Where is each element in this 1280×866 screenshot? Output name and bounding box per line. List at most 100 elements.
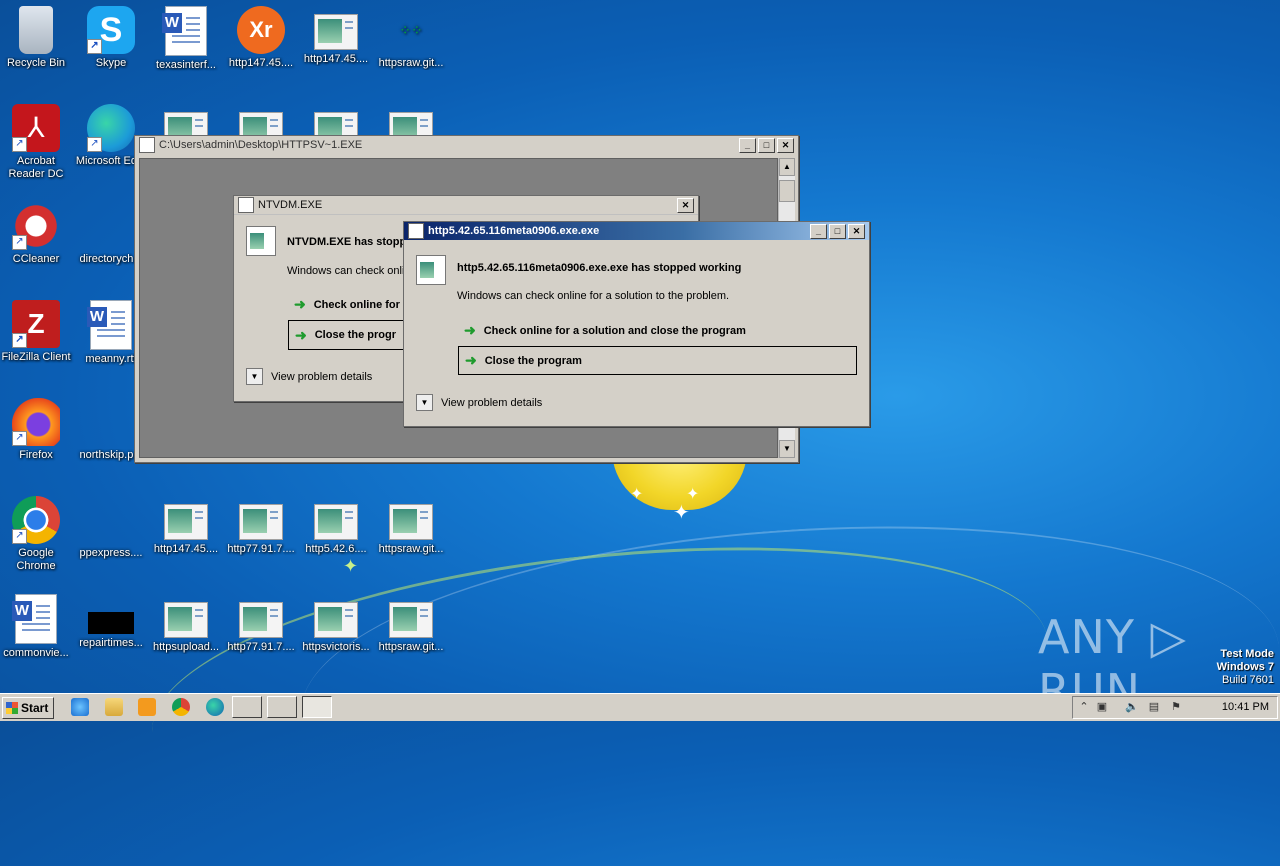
wallpaper-sparkle: ✦ bbox=[343, 556, 359, 576]
word-document-icon: W bbox=[162, 6, 207, 56]
check-online-option[interactable]: ➜ Check online for a solution and close … bbox=[464, 322, 746, 339]
ntvdm-dialog-subtext: Windows can check onlin bbox=[287, 265, 411, 277]
chrome-icon[interactable] bbox=[172, 698, 190, 716]
folder-icon[interactable] bbox=[105, 698, 123, 716]
taskbar-window-exe[interactable] bbox=[232, 696, 262, 718]
option-label: Check online for a solution and close th… bbox=[483, 324, 746, 337]
desktop-icon-filezilla[interactable]: Z ↗ FileZilla Client bbox=[0, 300, 74, 364]
desktop-icon-label: Google Chrome bbox=[16, 547, 56, 572]
close-button[interactable]: ✕ bbox=[848, 223, 865, 239]
shortcut-arrow-icon: ↗ bbox=[12, 235, 27, 250]
desktop-icon-label: Firefox bbox=[19, 449, 53, 461]
desktop-icon-httpsupload[interactable]: httpsupload... bbox=[148, 594, 224, 654]
desktop-icon-commonvie[interactable]: W commonvie... bbox=[0, 594, 74, 660]
scroll-down-icon[interactable]: ▼ bbox=[779, 440, 795, 458]
ccleaner-icon: ↗ bbox=[12, 202, 60, 250]
desktop-icon-label: FileZilla Client bbox=[1, 351, 71, 363]
network-icon[interactable]: ▤ bbox=[1147, 700, 1161, 714]
close-button[interactable]: ✕ bbox=[677, 197, 694, 213]
scroll-thumb[interactable] bbox=[779, 180, 795, 202]
desktop-icon-http147-a[interactable]: http147.45.... bbox=[298, 6, 374, 66]
desktop-icon-label: texasinterf... bbox=[156, 59, 216, 71]
desktop-icon-skype[interactable]: S ↗ Skype bbox=[73, 6, 149, 70]
http-dialog-heading: http5.42.65.116meta0906.exe.exe has stop… bbox=[457, 262, 742, 274]
desktop-icon-httpsvictoris[interactable]: httpsvictoris... bbox=[298, 594, 374, 654]
desktop-icon-httpsraw-a[interactable]: ⁘⁘ httpsraw.git... bbox=[373, 6, 449, 70]
desktop-icon-ppexpress[interactable]: ppexpress.... bbox=[73, 496, 149, 560]
maximize-button[interactable]: □ bbox=[829, 223, 846, 239]
skype-icon: S ↗ bbox=[87, 6, 135, 54]
http-dialog-titlebar[interactable]: http5.42.65.116meta0906.exe.exe _ □ ✕ bbox=[404, 222, 869, 240]
word-document-icon: W bbox=[12, 594, 57, 644]
desktop-icon-label: http5.42.6.... bbox=[305, 543, 367, 555]
minimize-button[interactable]: _ bbox=[739, 137, 756, 153]
wallpaper-sparkle: ✦ bbox=[630, 486, 644, 503]
flag-icon[interactable]: ⚑ bbox=[1169, 700, 1183, 714]
cmd-window-titlebar[interactable]: C:\Users\admin\Desktop\HTTPSV~1.EXE _ □ … bbox=[135, 136, 798, 154]
desktop-icon-http77-b[interactable]: http77.91.7.... bbox=[223, 594, 299, 654]
desktop-icon-repairtimes[interactable]: repairtimes... bbox=[73, 594, 149, 650]
http-error-dialog[interactable]: http5.42.65.116meta0906.exe.exe _ □ ✕ ht… bbox=[403, 221, 870, 427]
edge-icon[interactable] bbox=[206, 698, 224, 716]
wallpaper-sparkle: ✦ bbox=[673, 502, 690, 524]
close-button[interactable]: ✕ bbox=[777, 137, 794, 153]
program-icon bbox=[246, 226, 276, 256]
black-image-icon bbox=[88, 612, 134, 634]
dotted-image-icon: ⁘⁘ bbox=[399, 22, 423, 38]
desktop-icon-label: httpsupload... bbox=[152, 641, 220, 653]
cmd-window-title: C:\Users\admin\Desktop\HTTPSV~1.EXE bbox=[159, 139, 363, 151]
http-dialog-subtext: Windows can check online for a solution … bbox=[457, 290, 730, 302]
view-problem-details[interactable]: ▼ View problem details bbox=[416, 394, 542, 411]
program-icon bbox=[416, 255, 446, 285]
desktop-icon-label: commonvie... bbox=[3, 647, 69, 659]
start-button[interactable]: Start bbox=[2, 697, 54, 719]
console-icon bbox=[139, 137, 155, 153]
maximize-button[interactable]: □ bbox=[758, 137, 775, 153]
desktop-icon-recycle-bin[interactable]: Recycle Bin bbox=[0, 6, 74, 70]
desktop-icon-httpsraw-b[interactable]: httpsraw.git... bbox=[373, 496, 449, 556]
taskbar-window-error-dialog[interactable] bbox=[302, 696, 332, 718]
chrome-icon: ↗ bbox=[12, 496, 60, 544]
media-player-icon[interactable] bbox=[138, 698, 156, 716]
internet-explorer-icon[interactable] bbox=[71, 698, 89, 716]
desktop-icon-firefox[interactable]: ↗ Firefox bbox=[0, 398, 74, 462]
build-line: Build 7601 bbox=[1222, 674, 1274, 686]
volume-icon[interactable]: 🔈 bbox=[1125, 700, 1139, 714]
chevron-down-icon[interactable]: ▼ bbox=[246, 368, 263, 385]
option-label: Close the progr bbox=[314, 329, 397, 341]
action-center-icon[interactable]: ▣ bbox=[1095, 700, 1109, 714]
shortcut-arrow-icon: ↗ bbox=[12, 529, 27, 544]
desktop-icon-label: http77.91.7.... bbox=[227, 641, 295, 653]
desktop-icon-http5[interactable]: http5.42.6.... bbox=[298, 496, 374, 556]
desktop-icon-label: Skype bbox=[95, 57, 127, 69]
taskbar: Start ⌃ ▣ 🔈 ▤ ⚑ 10:41 PM bbox=[0, 693, 1280, 721]
desktop-icon-xr[interactable]: Xr http147.45.... bbox=[223, 6, 299, 70]
desktop-icon-http147-b[interactable]: http147.45.... bbox=[148, 496, 224, 556]
desktop-icon-texasinterf[interactable]: W texasinterf... bbox=[148, 6, 224, 72]
green-arrow-icon: ➜ bbox=[464, 322, 476, 338]
desktop-icon-http77-a[interactable]: http77.91.7.... bbox=[223, 496, 299, 556]
view-problem-details[interactable]: ▼ View problem details bbox=[246, 368, 372, 385]
desktop-icon-acrobat[interactable]: ⅄ ↗ Acrobat Reader DC bbox=[0, 104, 74, 181]
desktop-icon-chrome[interactable]: ↗ Google Chrome bbox=[0, 496, 74, 573]
system-tray: ⌃ ▣ 🔈 ▤ ⚑ 10:41 PM bbox=[1072, 696, 1278, 719]
desktop-icon-ccleaner[interactable]: ↗ CCleaner bbox=[0, 202, 74, 266]
minimize-button[interactable]: _ bbox=[810, 223, 827, 239]
details-label: View problem details bbox=[271, 370, 373, 383]
check-online-option[interactable]: ➜ Check online for bbox=[294, 296, 400, 313]
desktop-icon-label: http77.91.7.... bbox=[227, 543, 295, 555]
shield-app-icon bbox=[408, 223, 424, 239]
show-hidden-icons-icon[interactable]: ⌃ bbox=[1077, 700, 1091, 714]
word-document-icon: W bbox=[87, 300, 132, 350]
chevron-down-icon[interactable]: ▼ bbox=[416, 394, 433, 411]
desktop-icon-label: CCleaner bbox=[12, 253, 60, 265]
ntvdm-dialog-titlebar[interactable]: NTVDM.EXE ✕ bbox=[234, 196, 698, 215]
shortcut-arrow-icon: ↗ bbox=[87, 137, 102, 152]
clock[interactable]: 10:41 PM bbox=[1222, 701, 1269, 713]
taskbar-window-console[interactable] bbox=[267, 696, 297, 718]
desktop-icon-label: http147.45.... bbox=[303, 53, 369, 65]
desktop-icon-httpsraw-c[interactable]: httpsraw.git... bbox=[373, 594, 449, 654]
scroll-up-icon[interactable]: ▲ bbox=[779, 158, 795, 176]
close-program-option[interactable]: ➜ Close the program bbox=[458, 346, 857, 375]
blank-file-icon bbox=[87, 202, 135, 250]
